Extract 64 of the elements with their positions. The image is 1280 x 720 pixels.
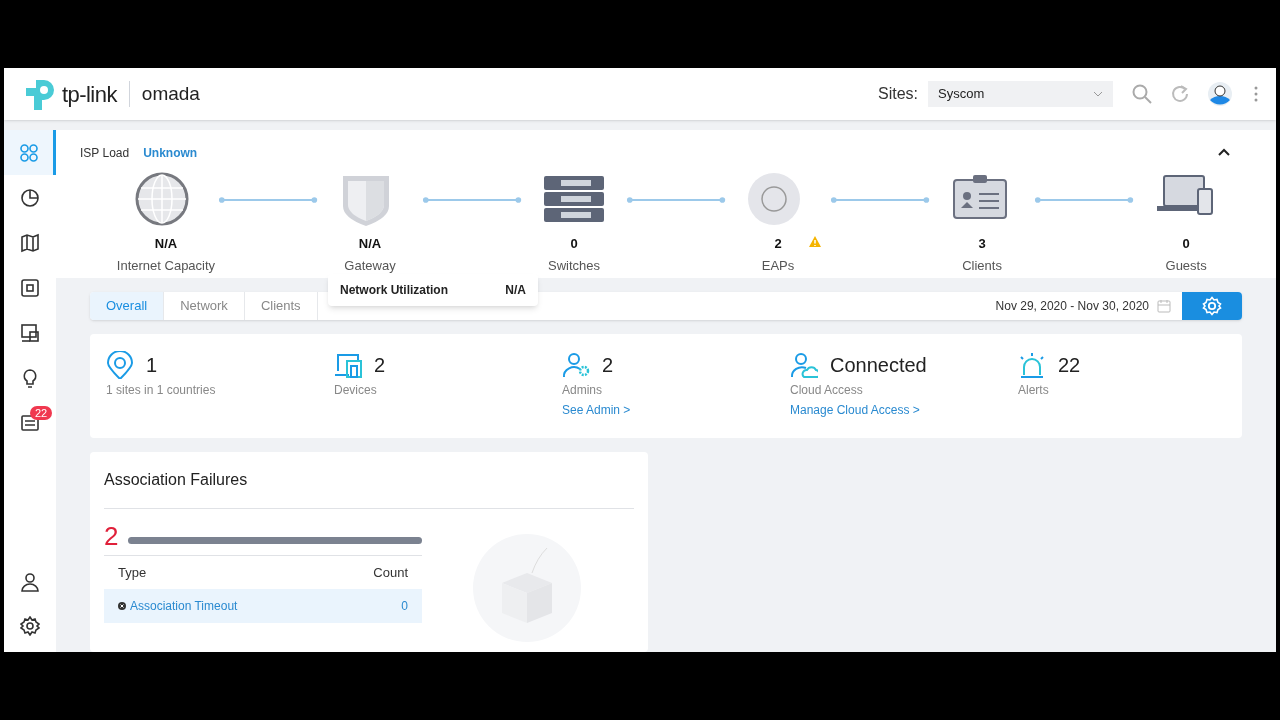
user-icon <box>20 572 40 592</box>
stat-label: Devices <box>334 382 378 399</box>
node-value: 3 <box>978 235 986 253</box>
node-value: 0 <box>1182 235 1190 253</box>
isp-load-label: ISP Load <box>80 145 130 162</box>
devices-icon <box>20 322 40 343</box>
stat-value: Connected <box>830 353 927 378</box>
stat-value: 2 <box>602 353 614 378</box>
pie-chart-icon <box>20 187 40 208</box>
siren-icon <box>1018 351 1046 379</box>
stat-label: Cloud Access <box>790 382 864 399</box>
tab[interactable]: Overall <box>90 292 165 320</box>
node-label: Clients <box>962 256 1002 275</box>
more-icon[interactable] <box>1254 86 1258 102</box>
site-dropdown[interactable]: Syscom <box>928 81 1113 107</box>
tab[interactable]: Network <box>164 292 245 320</box>
stat-label: Admins <box>562 382 603 399</box>
link[interactable]: Manage Cloud Access > <box>790 401 1018 419</box>
card-title: Association Failures <box>104 468 634 509</box>
chevron-down-icon <box>1093 91 1103 97</box>
node-label: Guests <box>1165 256 1207 275</box>
admin-icon <box>562 351 590 379</box>
node-value: N/A <box>358 235 382 253</box>
node-label: EAPs <box>761 256 795 275</box>
node-label: Gateway <box>344 256 396 275</box>
sites-label: Sites: <box>878 84 918 104</box>
settings-icon <box>20 616 40 636</box>
column-header: Type <box>118 563 147 582</box>
dashboard-icon <box>18 142 39 163</box>
count-badge: 22 <box>30 406 53 420</box>
settings-button[interactable] <box>1182 292 1242 320</box>
node-value: 0 <box>570 235 578 253</box>
brand-name: tp-link <box>62 80 117 109</box>
tab[interactable]: Clients <box>244 292 318 320</box>
tooltip-label: Network Utilization <box>340 282 448 299</box>
failure-count: 2 <box>104 523 119 549</box>
date-range[interactable]: Nov 29, 2020 - Nov 30, 2020 <box>995 297 1149 315</box>
devices-icon <box>334 351 362 379</box>
location-pin-icon <box>106 351 134 379</box>
table-cell[interactable]: Association Timeout <box>130 597 238 615</box>
error-icon <box>118 602 126 610</box>
stat-value: 22 <box>1058 353 1081 378</box>
map-icon <box>20 232 40 253</box>
link[interactable]: See Admin > <box>562 401 790 419</box>
collapse-icon[interactable] <box>1218 148 1230 156</box>
node-label: Internet Capacity <box>116 256 216 275</box>
isp-load-value: Unknown <box>143 145 198 162</box>
device-icon <box>20 277 40 298</box>
table-cell-text: 0 <box>401 598 408 615</box>
node-value: 2 <box>774 235 782 253</box>
stat-label: 1 sites in 1 countries <box>106 382 217 399</box>
stat-label: Alerts <box>1018 382 1050 399</box>
stat-value: 1 <box>146 353 158 378</box>
settings-icon <box>1202 296 1222 316</box>
tooltip-value: N/A <box>505 282 526 299</box>
node-label: Switches <box>548 256 601 275</box>
lightbulb-icon <box>20 367 40 388</box>
avatar-icon[interactable] <box>1208 82 1232 106</box>
stat-value: 2 <box>374 353 386 378</box>
sidebar-item[interactable]: 22 <box>4 400 56 445</box>
node-value: N/A <box>154 235 178 253</box>
user-cloud-icon <box>790 351 818 379</box>
column-header: Count <box>373 563 408 582</box>
product-name: omada <box>141 81 200 106</box>
